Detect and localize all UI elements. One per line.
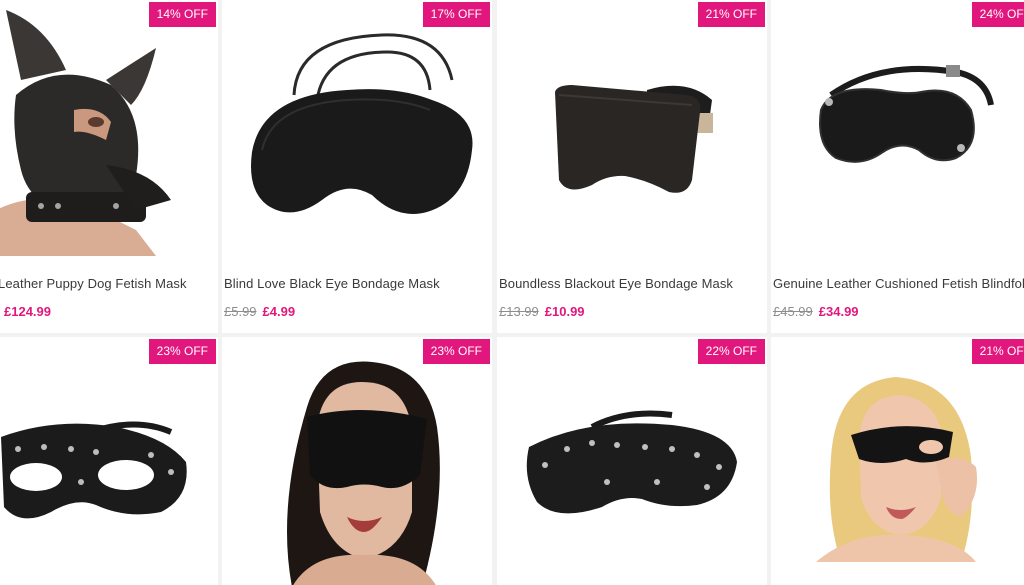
discount-badge: 21% OFF (971, 339, 1024, 364)
old-price: £13.99 (499, 304, 539, 319)
product-name[interactable]: Leather Puppy Dog Fetish Mask (0, 276, 187, 291)
discount-badge: 21% OFF (697, 2, 765, 27)
eye-mask-image (222, 0, 492, 256)
sale-price: £124.99 (4, 304, 51, 319)
sale-price: £4.99 (262, 304, 296, 319)
product-image[interactable] (497, 0, 767, 256)
blackout-mask-image (497, 0, 767, 256)
product-image[interactable] (0, 337, 218, 585)
product-card[interactable]: 22% OFF (497, 337, 767, 585)
model-blindfold-image (222, 337, 492, 585)
product-grid: 14% OFF Leather Puppy Dog Fetish Mask £1… (0, 0, 1024, 585)
product-card[interactable]: 17% OFF Blind Love Black Eye Bondage Mas… (222, 0, 492, 333)
puppy-dog-mask-image (0, 0, 218, 256)
cushioned-blindfold-image (771, 0, 1024, 256)
sale-price: £10.99 (544, 304, 585, 319)
product-card[interactable]: 21% OFF (771, 337, 1024, 585)
sale-price: £34.99 (818, 304, 859, 319)
discount-badge: 17% OFF (422, 2, 490, 27)
product-card[interactable]: 21% OFF Boundless Blackout Eye Bondage M… (497, 0, 767, 333)
discount-badge: 23% OFF (148, 339, 216, 364)
model-eye-mask-image (771, 337, 1024, 585)
product-prices: £13.99 £10.99 (499, 304, 585, 319)
old-price: £45.99 (773, 304, 813, 319)
product-prices: £45.99 £34.99 (773, 304, 859, 319)
product-image[interactable] (222, 337, 492, 585)
studded-eye-mask-image (0, 337, 218, 585)
product-prices: £5.99 £4.99 (224, 304, 295, 319)
old-price: £5.99 (224, 304, 257, 319)
discount-badge: 22% OFF (697, 339, 765, 364)
product-prices: £124.99 (0, 304, 51, 319)
product-name[interactable]: Blind Love Black Eye Bondage Mask (224, 276, 440, 291)
product-name[interactable]: Genuine Leather Cushioned Fetish Blindfo… (773, 276, 1024, 291)
discount-badge: 14% OFF (148, 2, 216, 27)
product-image[interactable] (771, 0, 1024, 256)
product-image[interactable] (771, 337, 1024, 585)
product-card[interactable]: 14% OFF Leather Puppy Dog Fetish Mask £1… (0, 0, 218, 333)
discount-badge: 23% OFF (422, 339, 490, 364)
product-card[interactable]: 23% OFF (0, 337, 218, 585)
product-card[interactable]: 24% OFF Genuine Leather Cushioned Fetish… (771, 0, 1024, 333)
discount-badge: 24% OFF (971, 2, 1024, 27)
studded-blindfold-image (497, 337, 767, 585)
product-image[interactable] (222, 0, 492, 256)
product-image[interactable] (0, 0, 218, 256)
product-image[interactable] (497, 337, 767, 585)
product-card[interactable]: 23% OFF (222, 337, 492, 585)
product-name[interactable]: Boundless Blackout Eye Bondage Mask (499, 276, 733, 291)
